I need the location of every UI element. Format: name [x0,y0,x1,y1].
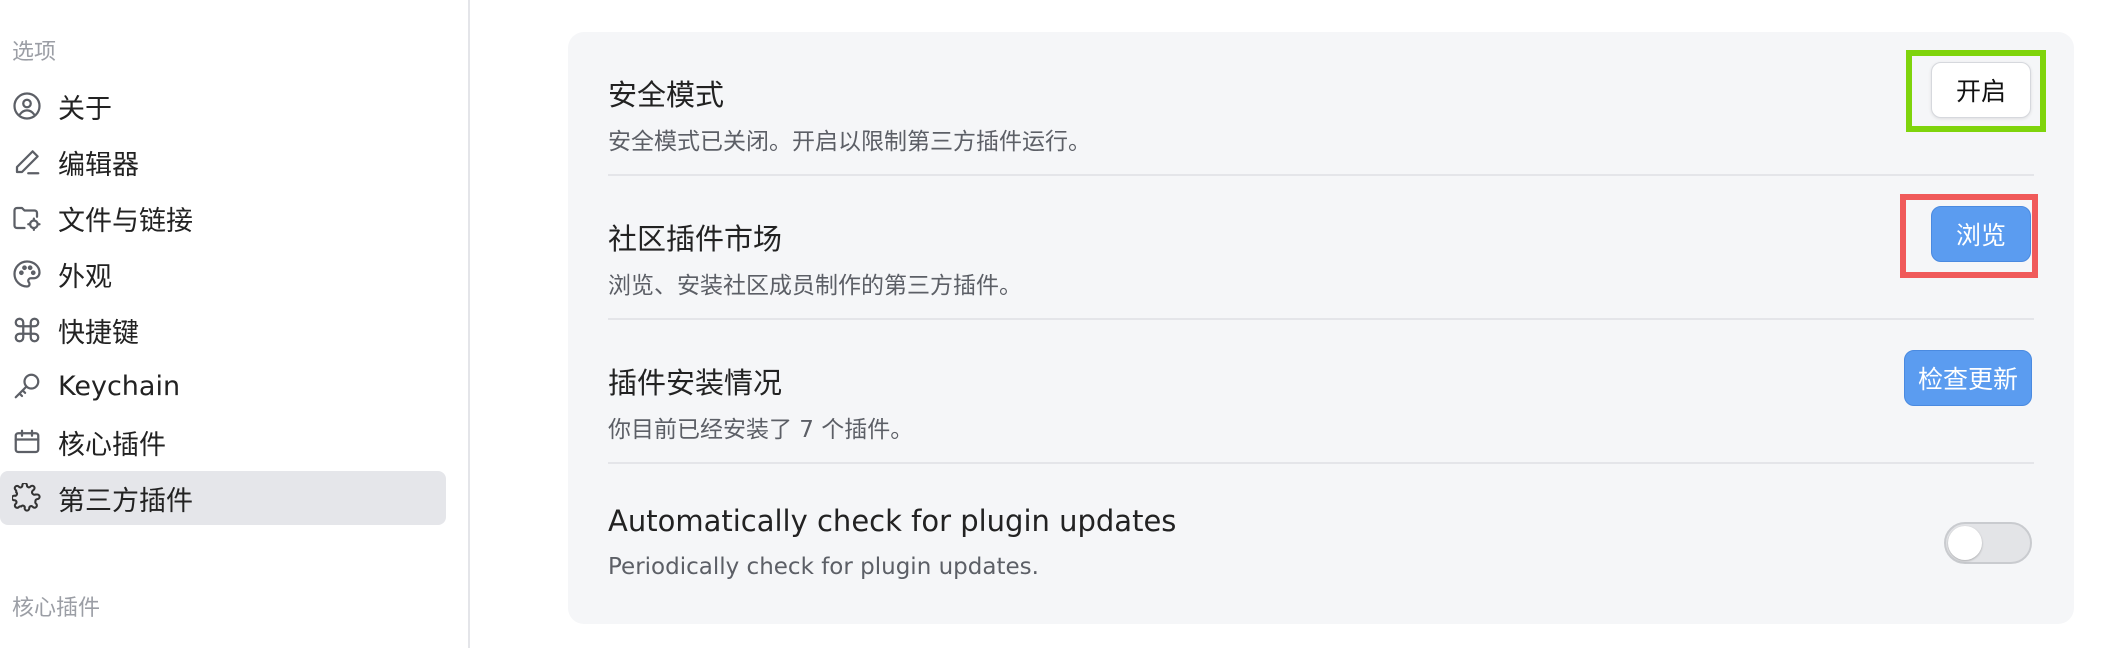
sidebar-item-about[interactable]: 关于 [0,79,446,133]
auto-update-toggle[interactable] [1944,522,2032,564]
sidebar-section-core-plugins: 核心插件 [12,596,101,621]
sidebar-item-label: 第三方插件 [58,485,193,517]
setting-auto-update: Automatically check for plugin updates P… [608,464,2034,608]
sidebar-item-community-plugins[interactable]: 第三方插件 [0,471,446,525]
toggle-knob [1948,526,1982,560]
setting-title: 安全模式 [608,78,725,112]
settings-sidebar: 选项 关于 编辑器 文件与链接 外观 快捷键 Keychain 核心插件 第三方… [0,0,470,648]
command-icon [12,315,42,345]
sidebar-section-options: 选项 [12,40,57,65]
puzzle-icon [12,483,42,513]
browse-plugins-button[interactable]: 浏览 [1931,206,2031,262]
calendar-box-icon [12,427,42,457]
enable-safe-mode-button[interactable]: 开启 [1931,62,2031,118]
sidebar-item-core-plugins[interactable]: 核心插件 [0,415,446,469]
sidebar-item-label: 核心插件 [58,429,166,461]
sidebar-item-label: 外观 [58,261,112,293]
setting-description: Periodically check for plugin updates. [608,554,1039,580]
palette-icon [12,259,42,289]
sidebar-item-label: 文件与链接 [58,205,193,237]
sidebar-item-label: 快捷键 [58,317,139,349]
sidebar-item-keychain[interactable]: Keychain [0,359,446,413]
setting-title: Automatically check for plugin updates [608,504,1177,538]
setting-description: 浏览、安装社区成员制作的第三方插件。 [608,273,1022,299]
sidebar-item-hotkeys[interactable]: 快捷键 [0,303,446,357]
setting-safe-mode: 安全模式 安全模式已关闭。开启以限制第三方插件运行。 [608,32,2034,176]
setting-description: 安全模式已关闭。开启以限制第三方插件运行。 [608,129,1091,155]
sidebar-item-label: 关于 [58,93,112,125]
sidebar-item-files-links[interactable]: 文件与链接 [0,191,446,245]
setting-title: 社区插件市场 [608,222,783,256]
check-updates-button[interactable]: 检查更新 [1904,350,2032,406]
sidebar-item-appearance[interactable]: 外观 [0,247,446,301]
plugin-settings-panel: 安全模式 安全模式已关闭。开启以限制第三方插件运行。 社区插件市场 浏览、安装社… [568,32,2074,624]
key-icon [12,371,42,401]
sidebar-item-editor[interactable]: 编辑器 [0,135,446,189]
setting-community-market: 社区插件市场 浏览、安装社区成员制作的第三方插件。 [608,176,2034,320]
user-circle-icon [12,91,42,121]
sidebar-item-label: 编辑器 [58,149,139,181]
sidebar-item-label: Keychain [58,370,181,402]
folder-cog-icon [12,203,42,233]
settings-window: 选项 关于 编辑器 文件与链接 外观 快捷键 Keychain 核心插件 第三方… [0,0,2106,648]
setting-description: 你目前已经安装了 7 个插件。 [608,417,914,443]
pencil-icon [12,147,42,177]
setting-installed-plugins: 插件安装情况 你目前已经安装了 7 个插件。 [608,320,2034,464]
setting-title: 插件安装情况 [608,366,783,400]
